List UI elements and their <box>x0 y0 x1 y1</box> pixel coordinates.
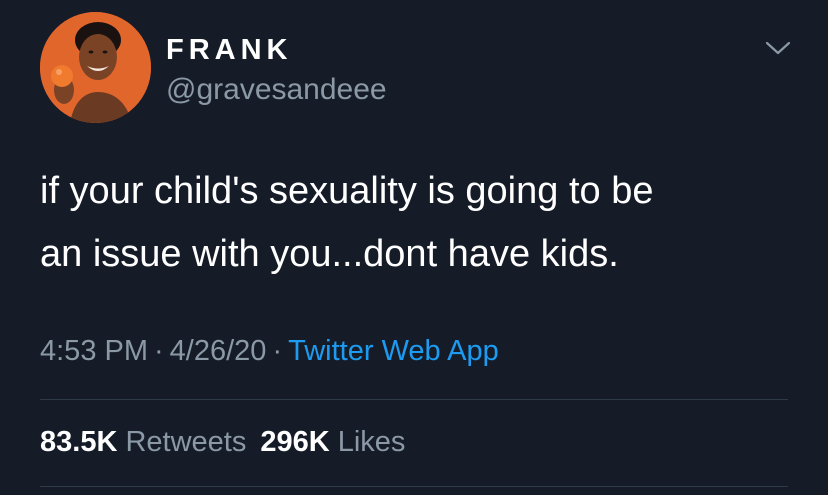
likes-count: 296K <box>260 426 330 458</box>
tweet-card: FRANK @gravesandeee if your child's sexu… <box>0 0 828 495</box>
likes-stat[interactable]: 296K Likes <box>260 426 405 458</box>
avatar[interactable] <box>40 12 151 123</box>
tweet-text: if your child's sexuality is going to be… <box>40 160 800 286</box>
retweets-label: Retweets <box>125 426 247 458</box>
retweets-count: 83.5K <box>40 426 118 458</box>
divider <box>40 486 788 487</box>
separator: · <box>154 335 164 367</box>
tweet-stats: 83.5K Retweets 296K Likes <box>40 424 405 460</box>
user-handle[interactable]: @gravesandeee <box>166 72 387 108</box>
tweet-metadata: 4:53 PM · 4/26/20 · Twitter Web App <box>40 333 499 369</box>
tweet-time[interactable]: 4:53 PM <box>40 335 148 367</box>
tweet-date[interactable]: 4/26/20 <box>170 335 267 367</box>
avatar-portrait-image <box>40 12 151 123</box>
display-name[interactable]: FRANK <box>166 33 293 67</box>
tweet-text-line: an issue with you...dont have kids. <box>40 233 619 275</box>
separator: · <box>272 335 283 367</box>
tweet-text-line: if your child's sexuality is going to be <box>40 170 654 212</box>
divider <box>40 399 788 400</box>
chevron-down-icon[interactable] <box>764 38 792 58</box>
retweets-stat[interactable]: 83.5K Retweets <box>40 426 246 458</box>
likes-label: Likes <box>337 426 406 458</box>
tweet-source-link[interactable]: Twitter Web App <box>288 335 499 367</box>
